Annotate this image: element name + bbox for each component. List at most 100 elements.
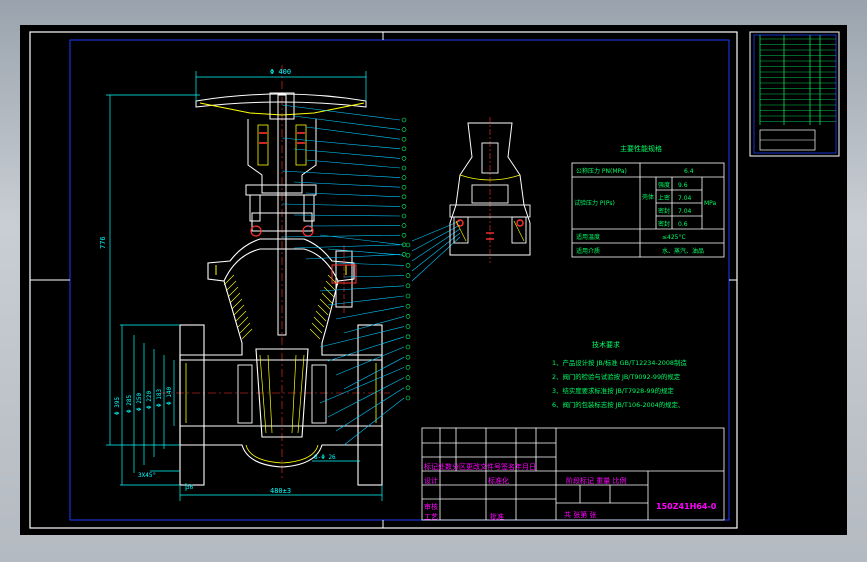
- leader-line: [319, 234, 405, 246]
- param-test-2-label: 密封: [658, 207, 670, 215]
- part-balloon: [401, 223, 407, 228]
- dim-bolt: 8-Φ 26: [314, 454, 336, 461]
- title-header-row: 标记处数分区更改文件号签名年月日: [424, 462, 536, 471]
- param-medium-label: 适用介质: [576, 247, 600, 255]
- part-balloon: [401, 117, 407, 123]
- sheet-frame: [29, 31, 738, 529]
- dim-d285: Φ 285: [126, 395, 133, 413]
- valve-section-view: [160, 65, 461, 486]
- part-balloon: [401, 194, 407, 200]
- part-balloon: [405, 334, 411, 340]
- part-balloon: [401, 175, 407, 180]
- title-designer: 设计: [424, 476, 438, 485]
- param-test-1-label: 上密: [658, 194, 670, 202]
- frame-ticks: [30, 32, 737, 528]
- leader-line: [327, 336, 405, 362]
- part-balloon: [405, 324, 411, 329]
- part-balloon: [401, 252, 407, 257]
- part-balloon: [401, 146, 407, 152]
- leader-line: [411, 228, 461, 262]
- param-test-0-value: 9.6: [678, 182, 688, 189]
- param-test-1-value: 7.04: [678, 195, 692, 202]
- param-temp-label: 适用温度: [576, 233, 600, 241]
- param-test-3-label: 密封: [658, 220, 670, 228]
- dim-d220: Φ 220: [146, 391, 153, 409]
- part-balloon: [401, 165, 407, 171]
- param-test-2-value: 7.04: [678, 208, 692, 215]
- title-stage: 阶段标记 重量 比例: [566, 476, 626, 485]
- part-balloon: [405, 344, 411, 350]
- leader-line: [319, 367, 405, 404]
- dim-d395: Φ 395: [114, 397, 121, 415]
- drawing-border: [69, 39, 730, 521]
- part-balloon: [401, 213, 407, 219]
- leader-line: [335, 305, 405, 320]
- leader-line: [343, 275, 405, 278]
- yoke-detail-view: [449, 117, 531, 263]
- param-row1-value: 6.4: [684, 168, 694, 175]
- part-balloon: [405, 283, 411, 289]
- part-balloon: [405, 303, 411, 309]
- part-balloon: [405, 385, 411, 391]
- dim-d140: Φ 140: [166, 387, 173, 405]
- leader-line: [335, 346, 405, 376]
- dim-d250: Φ 250: [136, 393, 143, 411]
- part-balloon: [405, 293, 411, 299]
- parameter-table: [571, 162, 725, 258]
- cad-viewport[interactable]: Φ 400 776 Φ 395 Φ 285 Φ 250 Φ 220 Φ 183 …: [0, 0, 867, 562]
- leader-line: [411, 232, 461, 272]
- title-sheets: 共 张第 张: [564, 510, 596, 519]
- dim-length-bottom: 480±3: [270, 487, 291, 495]
- dim-width-top: Φ 400: [270, 68, 291, 76]
- tech-req-item-1: 1、产品设计按 JB/标准 GB/T12234-2008制造: [552, 358, 687, 367]
- title-check: 审核: [424, 502, 438, 511]
- dim-flange-thk: 36: [186, 484, 194, 491]
- leader-line: [411, 236, 461, 282]
- leader-line: [281, 234, 401, 238]
- leader-line: [305, 192, 401, 198]
- tech-req-item-3: 3、结实度要求标准按 JB/T7928-99的规定: [552, 386, 674, 395]
- leader-line: [343, 397, 405, 446]
- part-balloon: [405, 242, 411, 248]
- parts-list-sheet: [749, 31, 840, 157]
- dim-chamfer: 3X45°: [138, 472, 156, 479]
- dimensions: [106, 71, 383, 501]
- leader-line: [327, 248, 405, 256]
- dim-d183: Φ 183: [156, 389, 163, 407]
- param-temp-value: ≤425°C: [662, 234, 686, 241]
- part-balloon: [401, 127, 407, 132]
- leader-line: [319, 326, 405, 348]
- title-std: 标准化: [488, 476, 509, 485]
- gate-valve-drawing: Φ 400 776 Φ 395 Φ 285 Φ 250 Φ 220 Φ 183 …: [29, 31, 840, 529]
- param-unit: MPa: [704, 200, 717, 207]
- leader-line: [327, 295, 405, 306]
- title-process: 工艺: [424, 513, 438, 521]
- param-test-label: 试验压力 P(Ps): [574, 199, 615, 207]
- leader-line: [305, 126, 401, 140]
- part-balloon: [405, 252, 411, 258]
- drawing-canvas[interactable]: Φ 400 776 Φ 395 Φ 285 Φ 250 Φ 220 Φ 183 …: [20, 25, 847, 535]
- part-balloon: [401, 136, 407, 142]
- title-drawing-no: 150Z41H64-0: [656, 502, 717, 511]
- param-row1-label: 公称压力 PN(MPa): [576, 167, 627, 175]
- part-balloon: [405, 365, 411, 370]
- param-test-3-value: 0.6: [678, 221, 688, 228]
- part-balloon: [401, 184, 407, 190]
- param-title: 主要性能规格: [620, 144, 662, 153]
- tech-req-item-2: 2、阀门的检验与试验按 JB/T9092-99的规定: [552, 372, 681, 381]
- part-balloon: [401, 156, 407, 161]
- tech-req-title: 技术要求: [592, 340, 620, 349]
- leader-line: [293, 148, 401, 159]
- leader-line: [281, 203, 401, 207]
- part-balloon: [405, 273, 411, 278]
- leader-line: [293, 244, 401, 249]
- leader-line: [305, 159, 401, 169]
- leader-line: [281, 170, 401, 178]
- leader-line: [293, 214, 401, 217]
- tech-req-item-4: 6、阀门的包装标志按 JB/T106-2004的规定、: [552, 400, 684, 409]
- part-balloon: [401, 232, 407, 238]
- leader-line: [319, 285, 405, 292]
- param-test-sub: 壳体: [642, 193, 654, 201]
- part-balloon: [405, 354, 411, 360]
- part-balloon: [405, 375, 411, 380]
